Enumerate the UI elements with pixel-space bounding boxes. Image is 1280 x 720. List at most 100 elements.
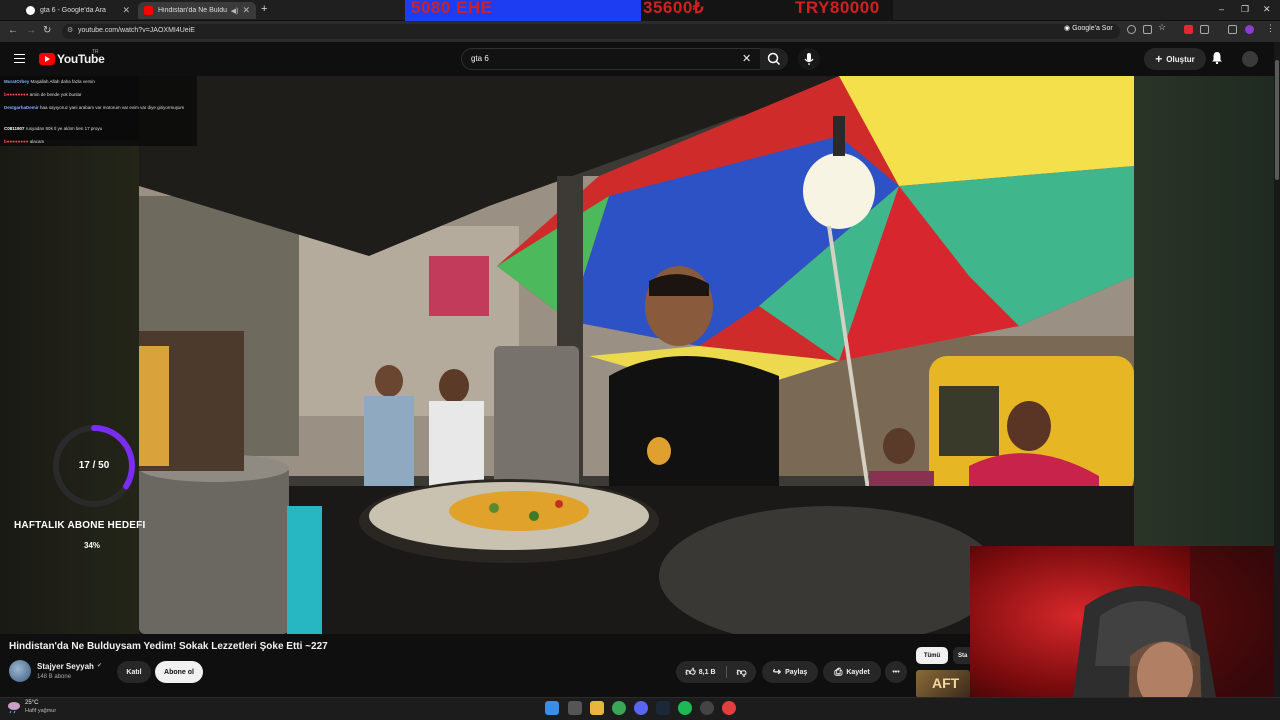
- menu-kebab-icon[interactable]: ⋮: [1266, 23, 1275, 34]
- browser-tab-youtube[interactable]: Hindistan'da Ne Bulduysam ◀) ✕: [138, 2, 256, 19]
- thumbs-up-icon: 👍︎: [685, 667, 696, 678]
- rain-cloud-icon: [8, 702, 20, 714]
- hamburger-menu-icon[interactable]: [14, 54, 25, 63]
- extension-icon[interactable]: [1184, 25, 1193, 34]
- like-button[interactable]: 👍︎ 8,1 B: [685, 666, 715, 678]
- join-label: Katıl: [126, 668, 142, 676]
- zoom-icon[interactable]: [1127, 25, 1136, 34]
- thumbnail-text: AFT: [932, 675, 960, 691]
- notifications-bell-icon[interactable]: [1211, 51, 1223, 67]
- search-icon: [767, 52, 781, 66]
- goal-count: 17 / 50: [78, 460, 110, 471]
- banner-mid-text: 35600₺: [643, 0, 705, 17]
- obs-icon[interactable]: [700, 701, 714, 715]
- browser-tab-google[interactable]: gta 6 - Google'da Ara ✕: [20, 2, 136, 19]
- bookmark-icon: ⎙: [834, 666, 843, 678]
- file-explorer-icon[interactable]: [590, 701, 604, 715]
- weather-temp: 25°C: [25, 700, 39, 706]
- webcam-overlay: [970, 546, 1280, 720]
- thumbs-down-icon: 👎︎: [736, 667, 747, 678]
- channel-avatar[interactable]: [9, 660, 31, 682]
- reload-icon[interactable]: ↻: [43, 25, 51, 36]
- start-windows-icon[interactable]: [545, 701, 559, 715]
- chat-message: MuratOrbey Maşallah Allah daha fazla ver…: [4, 79, 95, 84]
- chat-message: DestgarhaDemir haa sayıyoruz yani arabam…: [4, 105, 185, 110]
- bookmark-star-icon[interactable]: ☆: [1158, 22, 1166, 33]
- youtube-logo-icon[interactable]: [39, 53, 55, 65]
- save-button[interactable]: ⎙ Kaydet: [823, 661, 881, 683]
- divider: [725, 666, 727, 678]
- share-arrow-icon: ↪: [772, 666, 782, 678]
- spotify-icon[interactable]: [678, 701, 692, 715]
- google-lens-icon: ◉: [1064, 25, 1073, 32]
- restore-icon[interactable]: ❐: [1241, 4, 1249, 15]
- search-button[interactable]: [760, 48, 788, 70]
- back-icon[interactable]: ←: [8, 25, 18, 36]
- video-title: Hindistan'da Ne Bulduysam Yedim! Sokak L…: [9, 641, 328, 652]
- new-tab-icon[interactable]: +: [261, 3, 267, 15]
- close-tab-icon[interactable]: ✕: [242, 5, 250, 16]
- close-tab-icon[interactable]: ✕: [122, 5, 130, 16]
- search-input[interactable]: gta 6 ✕: [461, 48, 761, 70]
- speaker-icon[interactable]: ◀): [231, 7, 239, 15]
- google-ask-button[interactable]: ◉ Google'a Sor: [1064, 24, 1113, 32]
- subscribe-label: Abone ol: [164, 668, 194, 676]
- dislike-button[interactable]: 👎︎: [737, 666, 747, 678]
- goal-percent: 34%: [84, 541, 101, 550]
- country-code: TR: [92, 49, 99, 55]
- banner-right-text: TRY80000: [795, 0, 880, 17]
- discord-icon[interactable]: [634, 701, 648, 715]
- verified-badge-icon: ✔: [97, 663, 103, 669]
- sidebar-icon[interactable]: [1228, 25, 1237, 34]
- create-label: Oluştur: [1166, 54, 1195, 64]
- channel-name[interactable]: Stajyer Seyyah: [37, 662, 94, 671]
- url-text: youtube.com/watch?v=JAOXMI4UeiE: [78, 27, 195, 34]
- like-dislike-group: 👍︎ 8,1 B 👎︎: [676, 661, 756, 683]
- search-taskbar-icon[interactable]: [568, 701, 582, 715]
- stream-chat-overlay: MuratOrbey Maşallah Allah daha fazla ver…: [0, 76, 197, 146]
- search-query: gta 6: [471, 54, 489, 63]
- related-video-thumbnail[interactable]: AFT: [916, 670, 970, 698]
- more-actions-button[interactable]: •••: [885, 661, 907, 683]
- google-icon: [26, 6, 35, 15]
- scrollbar-thumb[interactable]: [1275, 60, 1279, 180]
- address-bar[interactable]: ⚙ youtube.com/watch?v=JAOXMI4UeiE: [62, 24, 1120, 39]
- video-ambient-right: [1134, 76, 1274, 546]
- profile-icon[interactable]: [1245, 25, 1254, 34]
- close-window-icon[interactable]: ✕: [1263, 4, 1271, 15]
- extensions-puzzle-icon[interactable]: [1200, 25, 1209, 34]
- weather-widget[interactable]: [6, 700, 22, 719]
- banner-left-text: 5080 EHE: [411, 0, 493, 17]
- chat-message: b●●●●●●●● amin de bende yok bunlar: [4, 92, 82, 97]
- chat-message: C0811907 rusyadan 80k tl ye aldım ben 17…: [4, 126, 103, 131]
- create-button[interactable]: + Oluştur: [1144, 48, 1206, 70]
- google-ask-label: Google'a Sor: [1072, 25, 1113, 32]
- app-icon[interactable]: [722, 701, 736, 715]
- chrome-icon[interactable]: [612, 701, 626, 715]
- account-avatar[interactable]: [1242, 51, 1258, 67]
- clear-search-icon[interactable]: ✕: [742, 52, 751, 65]
- like-count: 8,1 B: [698, 668, 716, 676]
- goal-title: HAFTALIK ABONE HEDEFI: [14, 520, 146, 531]
- streamer-webcam-image: [970, 546, 1280, 720]
- chip-all[interactable]: Tümü: [916, 647, 948, 664]
- youtube-icon: [144, 6, 153, 15]
- join-button[interactable]: Katıl: [117, 661, 151, 683]
- forward-icon[interactable]: →: [26, 25, 36, 36]
- cast-icon[interactable]: [1143, 25, 1152, 34]
- minimize-icon[interactable]: –: [1219, 4, 1224, 14]
- tab-title: gta 6 - Google'da Ara: [40, 7, 106, 14]
- microphone-icon: [804, 53, 814, 65]
- video-ambient-left: [0, 140, 139, 634]
- share-button[interactable]: ↪ Paylaş: [762, 661, 818, 683]
- more-horizontal-icon: •••: [892, 668, 900, 676]
- steam-icon[interactable]: [656, 701, 670, 715]
- voice-search-button[interactable]: [798, 48, 820, 70]
- site-info-icon[interactable]: ⚙: [67, 26, 73, 34]
- plus-icon: +: [1155, 52, 1163, 66]
- chip-channel[interactable]: Sta: [953, 647, 971, 664]
- weather-condition: Hafif yağmur: [25, 708, 57, 714]
- share-label: Paylaş: [785, 668, 808, 676]
- tab-title: Hindistan'da Ne Bulduysam: [158, 7, 227, 14]
- subscribe-button[interactable]: Abone ol: [155, 661, 203, 683]
